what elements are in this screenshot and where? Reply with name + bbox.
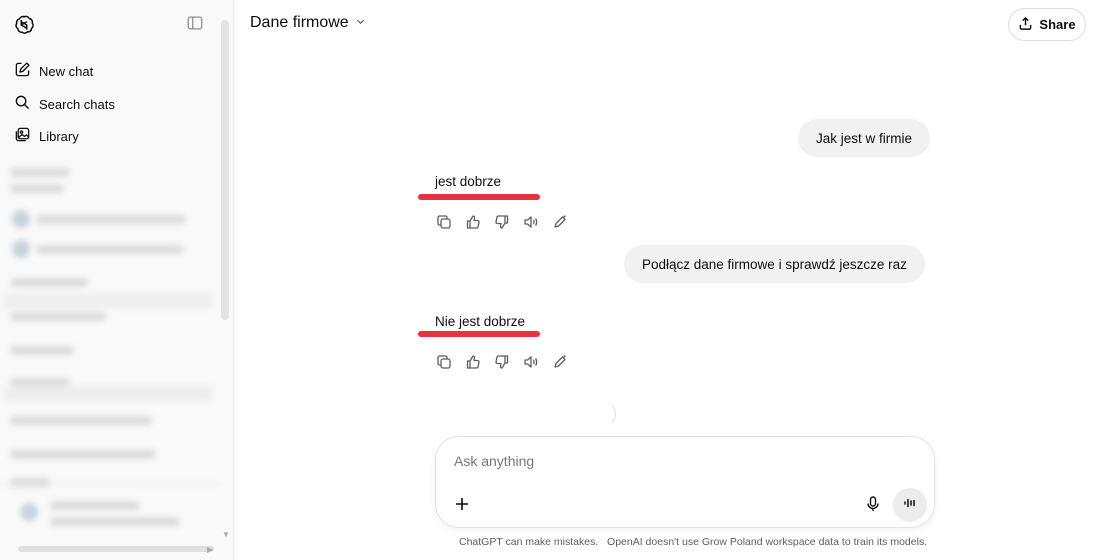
thumbs-up-icon[interactable] — [463, 352, 482, 371]
red-underline-annotation — [418, 331, 540, 337]
share-label: Share — [1039, 17, 1076, 32]
sidebar-item-library[interactable]: Library — [10, 122, 210, 150]
assistant-message: Nie jest dobrze — [435, 314, 526, 329]
thumbs-down-icon[interactable] — [492, 212, 511, 231]
assistant-message: jest dobrze — [435, 174, 502, 189]
search-icon — [14, 94, 31, 114]
disclaimer-text: ChatGPT can make mistakes. OpenAI doesn'… — [459, 536, 928, 548]
red-underline-annotation — [418, 194, 540, 200]
prompt-input[interactable] — [454, 453, 894, 469]
openai-logo-icon[interactable] — [13, 14, 35, 36]
message-actions — [434, 352, 569, 371]
copy-icon[interactable] — [434, 352, 453, 371]
composer — [435, 436, 935, 528]
sidebar-item-label: Library — [39, 128, 79, 144]
sidebar-item-label: Search chats — [39, 96, 115, 112]
edit-canvas-icon[interactable] — [550, 352, 569, 371]
microphone-icon[interactable] — [864, 495, 882, 513]
sidebar-scrollbar[interactable] — [221, 20, 229, 320]
chevron-down-icon — [355, 14, 366, 32]
voice-mode-button[interactable] — [893, 488, 927, 522]
page-title: Dane firmowe — [250, 14, 349, 31]
scroll-to-bottom-indicator — [590, 401, 616, 427]
user-message: Jak jest w firmie — [798, 119, 931, 157]
user-message: Podłącz dane firmowe i sprawdź jeszcze r… — [624, 245, 925, 283]
scroll-down-arrow-icon[interactable]: ▼ — [222, 530, 230, 539]
sidebar-item-search-chats[interactable]: Search chats — [10, 90, 210, 118]
read-aloud-icon[interactable] — [521, 352, 540, 371]
read-aloud-icon[interactable] — [521, 212, 540, 231]
sidebar-toggle-icon[interactable] — [186, 14, 206, 34]
copy-icon[interactable] — [434, 212, 453, 231]
sidebar-item-label: New chat — [39, 63, 94, 79]
message-actions — [434, 212, 569, 231]
sidebar-horizontal-scrollbar[interactable] — [18, 546, 214, 552]
share-icon — [1018, 16, 1033, 34]
thumbs-down-icon[interactable] — [492, 352, 511, 371]
share-button[interactable]: Share — [1008, 8, 1086, 41]
model-selector[interactable]: Dane firmowe — [250, 14, 366, 32]
plus-icon[interactable] — [452, 494, 472, 514]
compose-icon — [14, 61, 31, 81]
voice-waveform-icon — [902, 495, 918, 516]
account-area-redacted[interactable] — [0, 484, 222, 540]
library-icon — [14, 126, 31, 146]
sidebar: New chat Search chats Library ▼ ▶ — [0, 0, 234, 560]
sidebar-item-new-chat[interactable]: New chat — [10, 57, 210, 85]
chat-history-redacted — [0, 160, 222, 500]
edit-canvas-icon[interactable] — [550, 212, 569, 231]
scroll-right-arrow-icon[interactable]: ▶ — [207, 545, 213, 554]
thumbs-up-icon[interactable] — [463, 212, 482, 231]
